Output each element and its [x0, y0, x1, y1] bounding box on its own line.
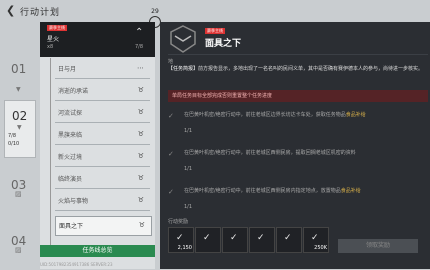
completed-icon: ♉: [138, 221, 145, 229]
task-item[interactable]: 河流试探 ♉: [55, 104, 150, 123]
summary-text: 前方报告显示，多地出现了一名名叫的民间义单，其中是否确有赛伊德本人的参与，尚待进…: [198, 66, 424, 72]
chapter-rail: 01 ▼ 02 ▼ 7/8 0/10 03 ▨ 04 ▨: [4, 22, 36, 270]
task-item[interactable]: 新火过境 ♉: [55, 148, 150, 167]
task-list-line: [50, 58, 51, 248]
task-item-label: 黑旗来临: [58, 132, 83, 139]
chapter-01[interactable]: 01 ▼: [4, 42, 34, 98]
location-label: 地: [168, 59, 174, 65]
task-item-label: 面具之下: [59, 223, 84, 230]
task-list-panel: 赛季主线 星火 x8 ⌃ 7/8 日与月 ⋯ 消逝的承诺 ♉ 河流试探 ♉ 黑旗…: [40, 22, 155, 269]
objective-desc: 在巴黄叶机密/绝密行动中，前往老城区边界长坊达卡车处，获取任务物品: [184, 112, 346, 118]
chapter-04[interactable]: 04 ▨: [4, 214, 34, 270]
task-overview-tab[interactable]: 任务线总览: [40, 245, 155, 257]
chevron-down-icon: ▼: [17, 124, 22, 131]
check-icon: ✓: [230, 233, 238, 243]
chapter-number: 02: [12, 109, 28, 123]
objective-count: 1/1: [184, 204, 193, 210]
lock-icon: ▨: [15, 246, 22, 254]
completed-icon: ♉: [137, 152, 144, 160]
reward-qty: 2,150: [177, 245, 192, 251]
page-title: 行动计划: [20, 8, 61, 18]
reward-qty: 250K: [314, 245, 327, 251]
reward-item[interactable]: ✓ 250K: [303, 227, 329, 253]
check-icon: ✓: [311, 233, 319, 243]
chapter-number: 01: [11, 62, 27, 76]
task-group-header[interactable]: 赛季主线 星火 x8 ⌃ 7/8: [40, 22, 155, 57]
claim-reward-button[interactable]: 领取奖励: [338, 239, 418, 253]
task-group-count: x8: [47, 44, 54, 50]
season-tag: 赛季主线: [205, 28, 225, 34]
check-icon: ✓: [257, 233, 265, 243]
objective-text: 在巴黄叶机密/绝密行动中，前往老城区西侧民房内指定地点，放置物品食品补给: [184, 188, 424, 195]
reward-item[interactable]: ✓: [222, 227, 248, 253]
task-item-label: 临终演员: [58, 176, 83, 183]
task-item[interactable]: 日与月 ⋯: [55, 60, 150, 79]
task-item-selected[interactable]: 面具之下 ♉: [55, 216, 152, 236]
dots-icon: ⋯: [137, 64, 144, 72]
completed-icon: ♉: [137, 130, 144, 138]
completed-icon: ♉: [137, 86, 144, 94]
panel-indicator-number: 29: [151, 8, 159, 15]
chevron-up-icon[interactable]: ⌃: [135, 27, 143, 38]
objective-count: 1/1: [184, 166, 193, 172]
objective-desc: 在巴黄叶机密/绝密行动中，前往老城区西侧民房，提取回搁老城区机密的资料: [184, 150, 356, 156]
task-item-label: 日与月: [58, 66, 77, 73]
task-item[interactable]: 黑旗来临 ♉: [55, 126, 150, 145]
objective-count: 1/1: [184, 128, 193, 134]
item-link[interactable]: 食品补给: [346, 112, 366, 118]
reward-item[interactable]: ✓ 2,150: [168, 227, 194, 253]
reward-item[interactable]: ✓: [249, 227, 275, 253]
back-arrow-icon[interactable]: ❮: [6, 5, 18, 17]
completed-icon: ♉: [137, 196, 144, 204]
task-group-name: 星火: [47, 36, 60, 43]
task-item[interactable]: 消逝的承诺 ♉: [55, 82, 150, 101]
faction-emblem-icon: [170, 25, 196, 53]
item-link[interactable]: 食品补给: [341, 188, 361, 194]
completed-icon: ♉: [137, 174, 144, 182]
warning-banner: 单局任务目标全部完成否则重置整个任务进度: [168, 90, 428, 102]
lock-icon: ▨: [15, 190, 22, 198]
season-tag: 赛季主线: [47, 25, 67, 31]
task-detail-panel: 赛季主线 面具之下 地 【任务简报】前方报告显示，多地出现了一名名叫的民间义单，…: [160, 22, 430, 269]
check-icon: ✓: [284, 233, 292, 243]
task-item[interactable]: 火焰与事物 ♉: [55, 192, 150, 211]
task-summary: 【任务简报】前方报告显示，多地出现了一名名叫的民间义单，其中是否确有赛伊德本人的…: [168, 65, 428, 73]
check-icon: ✓: [203, 233, 211, 243]
footer-uid: UID:5017982354917386 SERVER:23: [40, 262, 113, 267]
chapter-02[interactable]: 02 ▼ 7/8 0/10: [4, 100, 36, 158]
task-title: 面具之下: [205, 39, 242, 49]
reward-list: ✓ 2,150 ✓ ✓ ✓ ✓ ✓ 250K: [168, 227, 330, 253]
chapter-03[interactable]: 03 ▨: [4, 158, 34, 214]
top-bar: ❮ 行动计划: [0, 0, 430, 24]
objective-desc: 在巴黄叶机密/绝密行动中，前往老城区西侧民房内指定地点，放置物品: [184, 188, 341, 194]
check-icon: ✓: [168, 112, 174, 120]
task-item-label: 消逝的承诺: [58, 88, 89, 95]
check-icon: ✓: [168, 188, 174, 196]
task-item-label: 新火过境: [58, 154, 83, 161]
summary-title: 【任务简报】: [168, 66, 199, 72]
completed-icon: ♉: [137, 108, 144, 116]
divider: [168, 54, 428, 55]
task-item[interactable]: 临终演员 ♉: [55, 170, 150, 189]
objective-text: 在巴黄叶机密/绝密行动中，前往老城区边界长坊达卡车处，获取任务物品食品补给: [184, 112, 424, 119]
reward-item[interactable]: ✓: [276, 227, 302, 253]
task-group-progress: 7/8: [135, 44, 144, 50]
chapter-progress-side: 0/10: [8, 141, 20, 147]
reward-label: 行动奖励: [168, 219, 189, 225]
check-icon: ✓: [168, 150, 174, 158]
chapter-progress-main: 7/8: [8, 133, 17, 139]
task-item-label: 火焰与事物: [58, 198, 89, 205]
reward-item[interactable]: ✓: [195, 227, 221, 253]
check-icon: ✓: [176, 233, 184, 243]
chevron-down-icon: ▼: [16, 86, 21, 93]
objective-text: 在巴黄叶机密/绝密行动中，前往老城区西侧民房，提取回搁老城区机密的资料: [184, 150, 424, 157]
task-item-label: 河流试探: [58, 110, 83, 117]
